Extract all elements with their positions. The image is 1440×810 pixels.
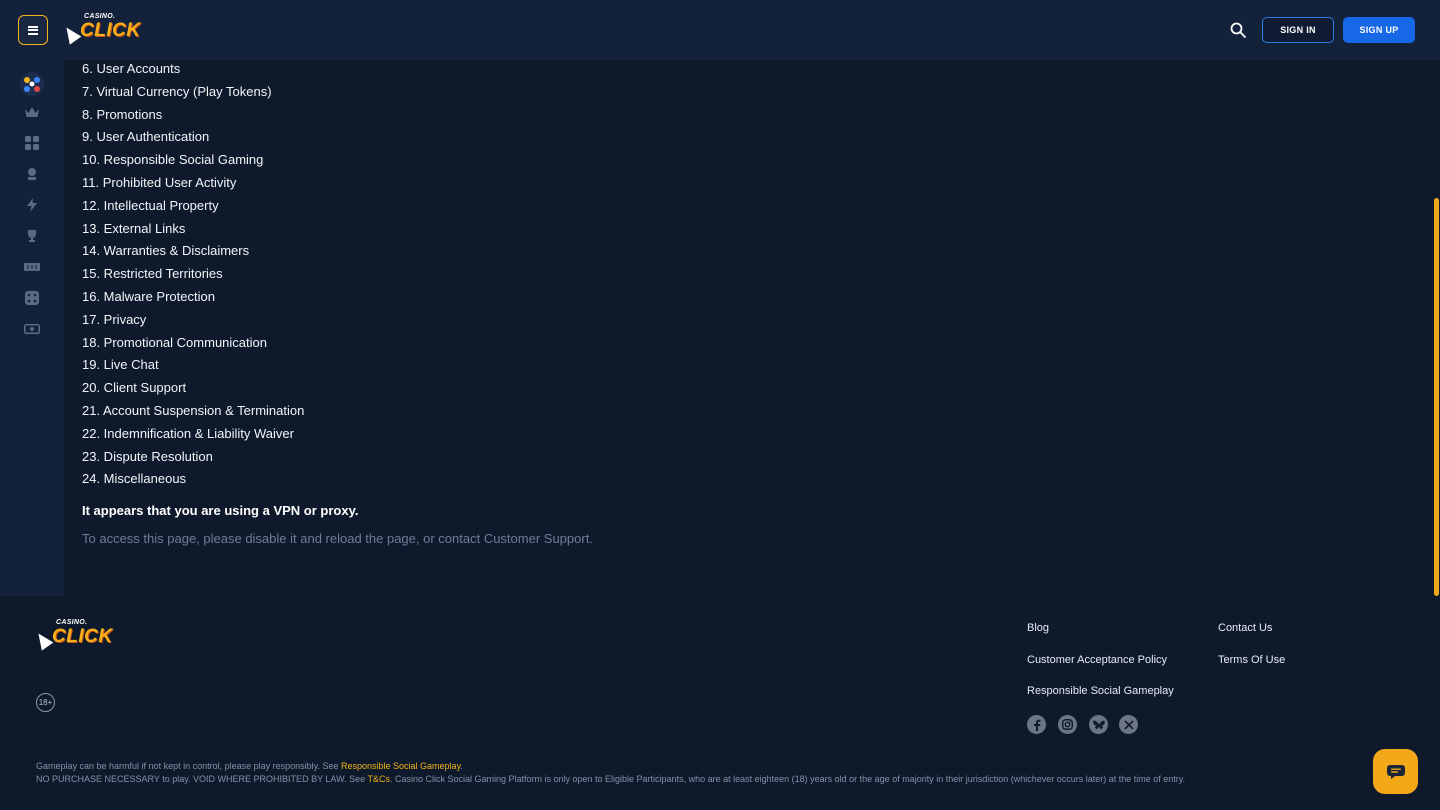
- disclaimer-no-purchase: NO PURCHASE NECESSARY to play. VOID WHER…: [36, 774, 1185, 784]
- toc-item[interactable]: 16. Malware Protection: [82, 286, 304, 309]
- age-18-badge: 18+: [36, 693, 55, 712]
- toc-item[interactable]: 7. Virtual Currency (Play Tokens): [82, 81, 304, 104]
- vpn-notice-title: It appears that you are using a VPN or p…: [82, 503, 359, 518]
- toc-item[interactable]: 17. Privacy: [82, 309, 304, 332]
- cash-icon[interactable]: [22, 319, 42, 339]
- lightning-icon[interactable]: [22, 195, 42, 215]
- search-icon[interactable]: [1229, 21, 1247, 39]
- cursor-icon: [32, 629, 54, 651]
- toc-item[interactable]: 20. Client Support: [82, 377, 304, 400]
- disclaimer-text: .: [460, 761, 463, 771]
- cursor-icon: [60, 23, 82, 45]
- grid-icon[interactable]: [22, 133, 42, 153]
- footer: CASINO. CLICK 18+ Blog Contact Us Custom…: [0, 596, 1440, 810]
- disclaimer-text: NO PURCHASE NECESSARY to play. VOID WHER…: [36, 774, 368, 784]
- logo-big-text: CLICK: [80, 20, 141, 41]
- toc-item[interactable]: 23. Dispute Resolution: [82, 446, 304, 469]
- toc-item[interactable]: 22. Indemnification & Liability Waiver: [82, 423, 304, 446]
- toc-item[interactable]: 13. External Links: [82, 218, 304, 241]
- toc-item[interactable]: 9. User Authentication: [82, 126, 304, 149]
- toc-item[interactable]: 11. Prohibited User Activity: [82, 172, 304, 195]
- bluesky-icon[interactable]: [1089, 715, 1108, 734]
- sign-in-button[interactable]: SIGN IN: [1262, 17, 1334, 43]
- responsible-gameplay-link[interactable]: Responsible Social Gameplay: [341, 761, 460, 771]
- trophy-icon[interactable]: [22, 226, 42, 246]
- vpn-notice-text: To access this page, please disable it a…: [82, 531, 593, 546]
- mascot-icon[interactable]: [18, 70, 46, 98]
- instagram-icon[interactable]: [1058, 715, 1077, 734]
- logo-small-text: CASINO.: [84, 13, 116, 20]
- toc-item[interactable]: 19. Live Chat: [82, 354, 304, 377]
- live-casino-icon[interactable]: [22, 164, 42, 184]
- scrollbar-thumb[interactable]: [1434, 198, 1439, 596]
- footer-link-contact[interactable]: Contact Us: [1218, 622, 1272, 634]
- toc-item[interactable]: 10. Responsible Social Gaming: [82, 149, 304, 172]
- chat-icon: [1386, 764, 1405, 779]
- live-chat-button[interactable]: [1373, 749, 1418, 794]
- sign-up-button[interactable]: SIGN UP: [1343, 17, 1415, 43]
- site-logo[interactable]: CASINO. CLICK: [60, 13, 141, 45]
- logo-small-text: CASINO.: [56, 619, 88, 626]
- disclaimer-responsible: Gameplay can be harmful if not kept in c…: [36, 761, 463, 771]
- page-scrollbar[interactable]: [1432, 60, 1440, 596]
- toc-item[interactable]: 12. Intellectual Property: [82, 195, 304, 218]
- menu-toggle-button[interactable]: [18, 15, 48, 45]
- toc-item[interactable]: 8. Promotions: [82, 104, 304, 127]
- toc-item[interactable]: 21. Account Suspension & Termination: [82, 400, 304, 423]
- footer-link-acceptance-policy[interactable]: Customer Acceptance Policy: [1027, 654, 1167, 666]
- footer-link-responsible-gameplay[interactable]: Responsible Social Gameplay: [1027, 685, 1174, 697]
- toc-item[interactable]: 14. Warranties & Disclaimers: [82, 240, 304, 263]
- x-icon[interactable]: [1119, 715, 1138, 734]
- hamburger-icon: [28, 25, 38, 35]
- top-header: CASINO. CLICK SIGN IN SIGN UP: [0, 0, 1440, 60]
- crown-icon[interactable]: [22, 102, 42, 122]
- toc-item[interactable]: 18. Promotional Communication: [82, 332, 304, 355]
- dice-icon[interactable]: [22, 288, 42, 308]
- toc-item[interactable]: 15. Restricted Territories: [82, 263, 304, 286]
- footer-link-terms[interactable]: Terms Of Use: [1218, 654, 1285, 666]
- sidebar: [0, 60, 64, 596]
- terms-toc-list: 6. User Accounts 7. Virtual Currency (Pla…: [82, 58, 304, 491]
- tcs-link[interactable]: T&Cs: [367, 774, 390, 784]
- toc-item[interactable]: 6. User Accounts: [82, 58, 304, 81]
- footer-logo[interactable]: CASINO. CLICK: [32, 619, 113, 651]
- footer-link-blog[interactable]: Blog: [1027, 622, 1049, 634]
- facebook-icon[interactable]: [1027, 715, 1046, 734]
- toc-item[interactable]: 24. Miscellaneous: [82, 468, 304, 491]
- logo-big-text: CLICK: [52, 626, 113, 647]
- disclaimer-text: Gameplay can be harmful if not kept in c…: [36, 761, 341, 771]
- ticket-icon[interactable]: [22, 257, 42, 277]
- disclaimer-text: . Casino Click Social Gaming Platform is…: [389, 774, 1186, 784]
